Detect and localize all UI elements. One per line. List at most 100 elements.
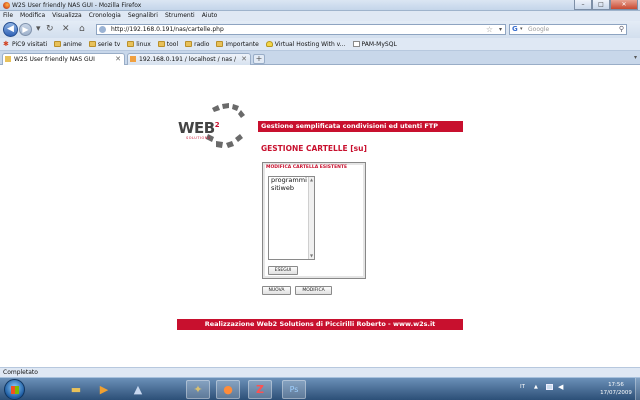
network-icon[interactable] [546, 384, 553, 390]
menu-modifica[interactable]: Modifica [20, 11, 45, 21]
tab-phpmyadmin[interactable]: 192.168.0.191 / localhost / nas / cart..… [127, 53, 251, 74]
globe-icon [99, 26, 106, 33]
bookmark-label: linux [136, 40, 151, 48]
scroll-down-icon[interactable]: ▼ [309, 253, 314, 259]
menu-aiuto[interactable]: Aiuto [202, 11, 218, 21]
bookmark-item[interactable]: radio [185, 41, 209, 48]
search-icon[interactable]: ⚲ [619, 25, 624, 33]
search-input[interactable]: G ▾ Google ⚲ [509, 24, 627, 35]
window-controls: – □ ✕ [574, 0, 638, 10]
panel-title: MODIFICA CARTELLA ESISTENTE [266, 165, 348, 170]
navigation-toolbar: ◀ ▶ ▾ ↻ ✕ ⌂ http://192.168.0.191/nas/car… [0, 21, 640, 38]
folder-icon: ▬ [70, 383, 82, 396]
web2-logo: WEB2 SOLUTIONS [178, 100, 258, 156]
taskbar: ▬ ▶ ▲ ✦ ● Z Ps IT ▲ ◀ 17:56 17/07/2009 [0, 377, 640, 400]
close-window-button[interactable]: ✕ [610, 0, 638, 10]
logo-text: WEB2 [178, 119, 220, 137]
header-bar: Gestione semplificata condivisioni ed ut… [258, 121, 463, 132]
show-desktop-button[interactable] [635, 378, 640, 400]
clock[interactable]: 17:56 17/07/2009 [596, 381, 636, 397]
back-button[interactable]: ◀ [3, 22, 18, 37]
search-placeholder: Google [528, 26, 550, 33]
clock-date: 17/07/2009 [600, 390, 632, 396]
bookmark-item[interactable]: Virtual Hosting With v... [265, 40, 346, 48]
bookmark-item[interactable]: serie tv [88, 40, 121, 48]
bookmark-label: tool [166, 40, 179, 48]
status-bar: Completato [0, 367, 640, 377]
bookmark-label: serie tv [97, 40, 121, 48]
volume-icon[interactable]: ◀ [558, 383, 563, 391]
stop-icon[interactable]: ✕ [62, 24, 70, 35]
start-button[interactable] [4, 379, 25, 400]
folder-icon [127, 41, 135, 47]
home-icon[interactable]: ⌂ [79, 24, 85, 35]
media-player-icon: ▶ [99, 383, 109, 396]
bookmark-item[interactable]: ✱ PiC9 visitati [3, 39, 48, 48]
taskbar-game[interactable]: ✦ [186, 380, 210, 399]
google-icon[interactable]: G [512, 25, 518, 33]
bookmark-item[interactable]: linux [127, 41, 151, 48]
minimize-button[interactable]: – [574, 0, 592, 10]
tab-label: W2S User friendly NAS GUI [14, 56, 95, 63]
taskbar-firefox[interactable]: ● [216, 380, 240, 399]
folder-listbox[interactable]: programmi sitiweb ▲ ▼ [268, 176, 315, 260]
folder-icon [88, 41, 96, 47]
chevron-down-icon[interactable]: ▾ [499, 26, 502, 33]
new-tab-button[interactable]: + [253, 54, 265, 64]
nuova-button[interactable]: NUOVA [262, 286, 291, 295]
bookmark-star-icon[interactable]: ☆ [486, 25, 493, 34]
tab-bar: W2S User friendly NAS GUI ✕ 192.168.0.19… [0, 51, 640, 74]
menu-visualizza[interactable]: Visualizza [52, 11, 82, 21]
folder-icon [157, 41, 165, 47]
window-titlebar: W2S User friendly NAS GUI - Mozilla Fire… [0, 0, 640, 11]
esegui-button[interactable]: ESEGUI [268, 266, 298, 275]
address-text[interactable]: http://192.168.0.191/nas/cartelle.php [111, 26, 224, 34]
menu-cronologia[interactable]: Cronologia [89, 11, 121, 21]
menu-segnalibri[interactable]: Segnalibri [128, 11, 158, 21]
maximize-button[interactable]: □ [592, 0, 610, 10]
filezilla-icon: Z [256, 383, 264, 396]
search-engine-dropdown-icon[interactable]: ▾ [520, 26, 523, 32]
modifica-button[interactable]: MODIFICA [295, 286, 332, 295]
bookmark-item[interactable]: tool [157, 40, 179, 48]
close-icon[interactable]: ✕ [115, 54, 121, 65]
folder-icon [216, 41, 224, 47]
taskbar-filezilla[interactable]: Z [248, 380, 272, 399]
logo-superscript: 2 [214, 121, 220, 129]
taskbar-photoshop[interactable]: Ps [282, 380, 306, 399]
reload-icon[interactable]: ↻ [46, 24, 54, 35]
taskbar-media-player[interactable]: ▶ [92, 380, 116, 399]
folder-icon [185, 41, 193, 47]
bookmark-item[interactable]: importante [216, 40, 259, 48]
scroll-up-icon[interactable]: ▲ [309, 177, 314, 183]
show-hidden-icons-icon[interactable]: ▲ [534, 384, 538, 390]
phpmyadmin-icon [130, 56, 136, 62]
bookmark-label: PAM-MySQL [361, 40, 397, 48]
forward-button[interactable]: ▶ [19, 23, 32, 36]
scrollbar[interactable]: ▲ ▼ [308, 177, 314, 259]
menu-bar: File Modifica Visualizza Cronologia Segn… [0, 11, 640, 21]
taskbar-app[interactable]: ▲ [126, 380, 150, 399]
bookmark-label: PiC9 visitati [12, 40, 48, 48]
list-tabs-icon[interactable]: ▾ [634, 54, 637, 61]
firefox-icon [3, 2, 10, 9]
menu-file[interactable]: File [3, 11, 13, 21]
address-bar[interactable]: http://192.168.0.191/nas/cartelle.php ☆ … [96, 24, 506, 35]
bookmark-label: importante [225, 40, 259, 48]
modify-folder-panel: MODIFICA CARTELLA ESISTENTE programmi si… [262, 162, 366, 279]
bookmark-label: Virtual Hosting With v... [274, 40, 346, 48]
close-icon[interactable]: ✕ [241, 54, 247, 65]
bookmark-item[interactable]: anime [54, 41, 82, 48]
photoshop-icon: Ps [289, 385, 299, 394]
taskbar-explorer[interactable]: ▬ [64, 380, 88, 399]
language-indicator[interactable]: IT [520, 384, 525, 390]
page-icon [5, 56, 11, 62]
menu-strumenti[interactable]: Strumenti [165, 11, 195, 21]
bookmark-item[interactable]: PAM-MySQL [352, 40, 397, 48]
firefox-icon: ● [223, 383, 233, 396]
windows-logo-icon [11, 386, 19, 394]
game-icon: ✦ [193, 383, 203, 396]
dropdown-icon[interactable]: ▾ [36, 24, 41, 35]
star-icon: ✱ [3, 39, 9, 48]
bulb-icon [265, 41, 273, 47]
